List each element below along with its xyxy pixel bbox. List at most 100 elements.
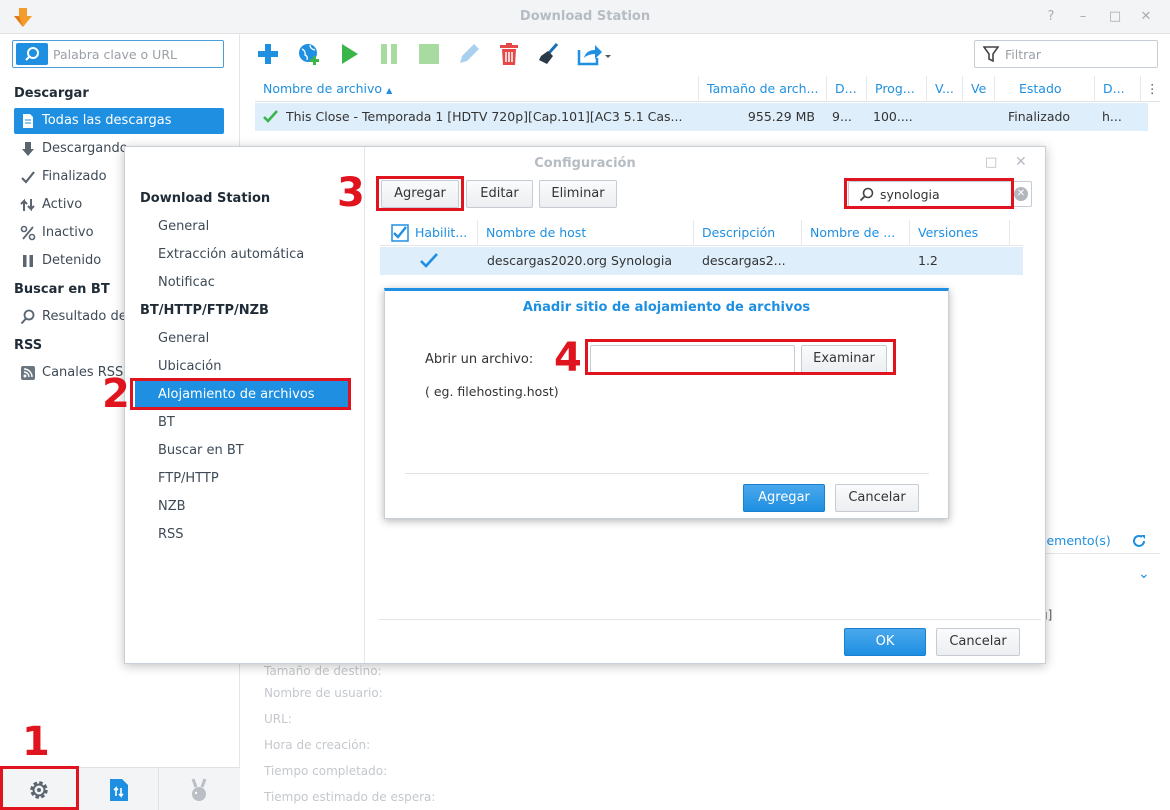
table-row[interactable]: This Close - Temporada 1 [HDTV 720p][Cap… [255, 103, 1148, 131]
main-toolbar [240, 34, 1170, 74]
donkey-icon [191, 778, 207, 801]
document-icon [23, 114, 33, 128]
ok-button[interactable]: OK [844, 628, 926, 656]
search-icon[interactable] [16, 43, 48, 65]
expand-chevron-icon[interactable]: ⌄ [1138, 566, 1154, 582]
close-icon[interactable]: ✕ [1015, 154, 1027, 170]
minimize-icon[interactable]: – [1074, 8, 1092, 26]
cancel-button[interactable]: Cancelar [835, 484, 919, 512]
row-status: Finalizado [1008, 109, 1071, 124]
nav-item-auto-extract[interactable]: Extracción automática [135, 241, 350, 269]
delete-host-button[interactable]: Eliminar [539, 180, 617, 208]
file-transfer-icon [110, 779, 128, 801]
checkmark-icon [21, 171, 35, 184]
column-menu-icon[interactable]: ⋮ [1141, 76, 1160, 102]
add-host-dialog: Añadir sitio de alojamiento de archivos … [384, 288, 949, 519]
section-rss: RSS [14, 338, 43, 353]
rss-icon [21, 366, 35, 380]
host-table-header: Habilit... Nombre de host Descripción No… [380, 220, 1023, 246]
column-name[interactable]: Nombre de ... [802, 220, 910, 246]
table-row[interactable]: descargas2020.org Synologia descargas2..… [380, 247, 1023, 275]
checkmark-icon [263, 110, 278, 123]
row-description: descargas2... [702, 253, 786, 268]
annotation-number-4: 4 [554, 335, 582, 381]
column-d2[interactable]: D... [1095, 76, 1141, 102]
clean-broom-icon[interactable] [537, 42, 561, 66]
maximize-icon[interactable]: □ [1106, 8, 1124, 26]
detail-label: Tiempo completado: [264, 764, 388, 778]
up-down-arrows-icon [20, 198, 35, 212]
clear-search-icon[interactable]: ✕ [1014, 187, 1028, 201]
detail-label: URL: [264, 712, 292, 726]
open-file-label: Abrir un archivo: [425, 352, 534, 367]
column-status[interactable]: Estado [995, 76, 1095, 102]
select-all-checkbox[interactable] [391, 224, 409, 242]
row-size: 955.29 MB [747, 109, 815, 124]
transfer-button[interactable] [80, 768, 159, 810]
close-icon[interactable]: ✕ [1137, 8, 1155, 26]
sort-ascending-icon: ▲ [386, 86, 393, 95]
column-d[interactable]: D... [827, 76, 867, 102]
nav-section-download-station: Download Station [140, 191, 271, 206]
column-versions[interactable]: Versiones [910, 220, 1010, 246]
delete-trash-icon[interactable] [497, 42, 521, 66]
refresh-icon[interactable] [1132, 534, 1146, 548]
maximize-icon[interactable]: □ [985, 155, 997, 170]
section-descargar: Descargar [14, 86, 89, 101]
annotation-box-1 [0, 766, 79, 810]
nav-item-bt-search[interactable]: Buscar en BT [135, 437, 350, 465]
nav-section-bt-http: BT/HTTP/FTP/NZB [140, 303, 269, 318]
column-host-name[interactable]: Nombre de host [478, 220, 694, 246]
nav-item-notifications[interactable]: Notificac [135, 269, 350, 297]
add-host-divider [405, 473, 929, 474]
row-host-name: descargas2020.org Synologia [487, 253, 673, 268]
nav-item-nzb[interactable]: NZB [135, 493, 350, 521]
section-buscar-bt: Buscar en BT [14, 282, 110, 297]
annotation-box-3-add [376, 176, 464, 211]
add-icon[interactable] [256, 42, 280, 66]
column-filename[interactable]: Nombre de archivo ▲ [255, 76, 699, 102]
details-panel: Tamaño de destino: Nombre de usuario: UR… [240, 664, 1158, 810]
sidebar-item-label: Inactivo [42, 225, 94, 240]
sidebar-item-label: Descargando [42, 141, 128, 156]
nav-item-location[interactable]: Ubicación [135, 353, 350, 381]
config-content-divider [379, 619, 1041, 620]
nav-item-rss[interactable]: RSS [135, 521, 350, 549]
sidebar-search[interactable] [12, 40, 224, 68]
edit-pencil-icon[interactable] [457, 42, 481, 66]
column-description[interactable]: Descripción [694, 220, 802, 246]
column-ve[interactable]: Ve [963, 76, 995, 102]
add-host-dialog-title: Añadir sitio de alojamiento de archivos [522, 300, 811, 315]
search-icon [20, 309, 35, 325]
file-hint: ( eg. filehosting.host) [425, 384, 559, 399]
annotation-box-2 [130, 378, 351, 410]
add-url-globe-icon[interactable] [297, 42, 321, 66]
column-size[interactable]: Tamaño de arch... [699, 76, 827, 102]
nav-item-bt[interactable]: BT [135, 409, 350, 437]
column-progress[interactable]: Prog... [867, 76, 927, 102]
help-icon[interactable]: ? [1042, 8, 1060, 26]
row-d2: h... [1102, 109, 1122, 124]
sidebar-item-all-downloads[interactable]: Todas las descargas [14, 108, 224, 134]
cancel-button[interactable]: Cancelar [936, 628, 1020, 656]
resume-icon[interactable] [337, 42, 361, 66]
nav-item-general[interactable]: General [135, 213, 350, 241]
pause-icon[interactable] [377, 42, 401, 66]
emule-button[interactable] [160, 768, 239, 810]
window-title: Download Station [519, 9, 651, 24]
edit-host-button[interactable]: Editar [466, 180, 533, 208]
keyword-url-input[interactable] [53, 45, 218, 63]
row-version: 1.2 [918, 253, 938, 268]
stop-icon[interactable] [417, 42, 441, 66]
pause-icon [23, 255, 33, 267]
share-dropdown-icon[interactable] [577, 42, 611, 66]
filter-funnel-icon [983, 46, 999, 62]
filter-search[interactable] [974, 40, 1158, 68]
sidebar-item-label: Finalizado [42, 169, 107, 184]
enabled-checkbox[interactable] [420, 253, 438, 269]
nav-item-general-bt[interactable]: General [135, 325, 350, 353]
column-v[interactable]: V... [927, 76, 963, 102]
add-button[interactable]: Agregar [743, 484, 825, 512]
filter-input[interactable] [1005, 46, 1150, 63]
nav-item-ftp-http[interactable]: FTP/HTTP [135, 465, 350, 493]
